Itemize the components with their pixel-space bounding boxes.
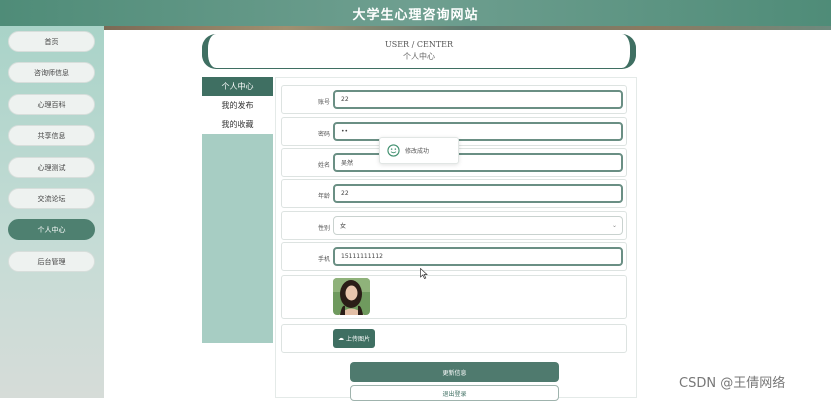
success-toast: 修改成功: [379, 137, 459, 164]
nav-counselor-info[interactable]: 咨询师信息: [8, 62, 95, 83]
banner-title-en: USER / CENTER: [384, 40, 454, 49]
form-row-account: 账号 22: [281, 85, 627, 114]
upload-image-button[interactable]: ☁ 上传图片: [333, 329, 375, 348]
header-decoration: [104, 26, 831, 30]
site-header: 大学生心理咨询网站: [0, 0, 831, 26]
name-input[interactable]: 吴然: [333, 153, 623, 172]
gender-select[interactable]: 女 ⌄: [333, 216, 623, 235]
upload-button-label: 上传图片: [345, 336, 370, 343]
form-row-avatar: [281, 275, 627, 319]
age-label: 年龄: [317, 193, 330, 200]
nav-personal-center[interactable]: 个人中心: [8, 219, 95, 240]
name-label: 姓名: [317, 162, 330, 169]
account-label: 账号: [317, 99, 330, 106]
cloud-upload-icon: ☁: [337, 335, 344, 342]
chevron-down-icon: ⌄: [611, 222, 617, 229]
submenu-my-posts[interactable]: 我的发布: [202, 96, 273, 115]
form-row-phone: 手机 15111111112: [281, 242, 627, 271]
site-title: 大学生心理咨询网站: [352, 7, 479, 23]
gender-label: 性别: [317, 225, 330, 232]
logout-button[interactable]: 退出登录: [350, 385, 559, 401]
section-banner: USER / CENTER 个人中心: [202, 34, 636, 68]
phone-input[interactable]: 15111111112: [333, 247, 623, 266]
submenu-my-favorites[interactable]: 我的收藏: [202, 115, 273, 134]
nav-shared-info[interactable]: 共享信息: [8, 125, 95, 146]
form-row-gender: 性别 女 ⌄: [281, 211, 627, 240]
smile-icon: [387, 144, 400, 157]
nav-admin[interactable]: 后台管理: [8, 251, 95, 272]
account-input[interactable]: 22: [333, 90, 623, 109]
avatar[interactable]: [333, 278, 370, 315]
toast-message: 修改成功: [405, 148, 430, 155]
nav-home[interactable]: 首页: [8, 31, 95, 52]
nav-forum[interactable]: 交流论坛: [8, 188, 95, 209]
nav-psych-test[interactable]: 心理测试: [8, 157, 95, 178]
form-row-upload: ☁ 上传图片: [281, 324, 627, 353]
update-info-button[interactable]: 更新信息: [350, 362, 559, 382]
form-row-age: 年龄 22: [281, 179, 627, 208]
password-label: 密码: [317, 131, 330, 138]
mouse-cursor-icon: [420, 268, 428, 279]
nav-psych-encyclopedia[interactable]: 心理百科: [8, 94, 95, 115]
watermark: CSDN @王倩网络: [679, 376, 786, 391]
banner-title-cn: 个人中心: [403, 52, 435, 61]
phone-label: 手机: [317, 256, 330, 263]
age-input[interactable]: 22: [333, 184, 623, 203]
password-input[interactable]: ••: [333, 122, 623, 141]
submenu-personal-center[interactable]: 个人中心: [202, 77, 273, 96]
profile-submenu: 个人中心 我的发布 我的收藏: [202, 77, 273, 343]
avatar-image: [333, 278, 370, 315]
gender-value: 女: [340, 223, 347, 230]
